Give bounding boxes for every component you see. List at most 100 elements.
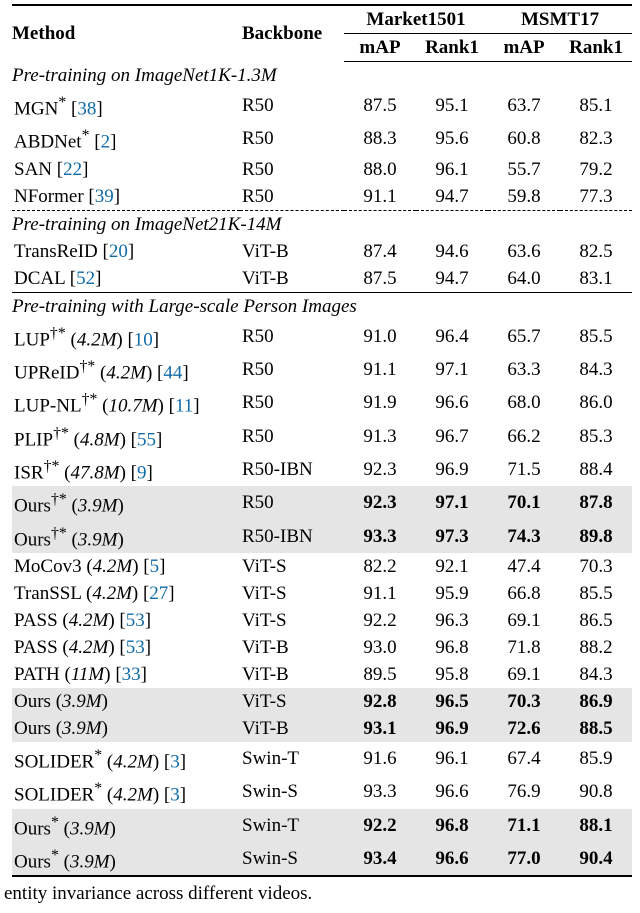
cell-value: 93.3 — [344, 520, 416, 553]
cell-value: 86.0 — [560, 386, 632, 419]
cell-method: Ours (3.9M) — [12, 688, 240, 715]
cell-method: SAN [22] — [12, 156, 240, 183]
cell-backbone: Swin-T — [240, 742, 344, 775]
cell-value: 69.1 — [488, 661, 560, 688]
cell-value: 93.4 — [344, 842, 416, 876]
cell-backbone: R50 — [240, 320, 344, 353]
cell-value: 64.0 — [488, 265, 560, 293]
citation-link[interactable]: 3 — [170, 785, 180, 806]
cell-method: LUP-NL†* (10.7M) [11] — [12, 386, 240, 419]
citation-link[interactable]: 39 — [95, 186, 114, 207]
citation-link[interactable]: 53 — [126, 610, 145, 631]
cell-method: PASS (4.2M) [53] — [12, 607, 240, 634]
table-row: TranSSL (4.2M) [27]ViT-S91.195.966.885.5 — [12, 580, 632, 607]
citation-link[interactable]: 52 — [76, 268, 95, 289]
cell-value: 96.8 — [416, 809, 488, 842]
citation-link[interactable]: 10 — [134, 329, 153, 350]
cell-value: 87.5 — [344, 265, 416, 293]
cell-value: 84.3 — [560, 661, 632, 688]
cell-backbone: ViT-B — [240, 634, 344, 661]
cell-value: 88.0 — [344, 156, 416, 183]
cell-value: 94.7 — [416, 183, 488, 211]
table-row: LUP-NL†* (10.7M) [11]R5091.996.668.086.0 — [12, 386, 632, 419]
cell-value: 96.8 — [416, 634, 488, 661]
cell-value: 91.1 — [344, 580, 416, 607]
cell-value: 92.3 — [344, 486, 416, 519]
col-metric: Rank1 — [416, 34, 488, 62]
cell-value: 65.7 — [488, 320, 560, 353]
table-row: SOLIDER* (4.2M) [3]Swin-S93.396.676.990.… — [12, 775, 632, 808]
cell-value: 85.5 — [560, 320, 632, 353]
cell-value: 89.8 — [560, 520, 632, 553]
cell-value: 94.7 — [416, 265, 488, 293]
cell-backbone: Swin-S — [240, 842, 344, 876]
cell-method: NFormer [39] — [12, 183, 240, 211]
table-row: Ours (3.9M)ViT-S92.896.570.386.9 — [12, 688, 632, 715]
cell-backbone: R50 — [240, 386, 344, 419]
cell-method: Ours (3.9M) — [12, 715, 240, 742]
cell-value: 71.1 — [488, 809, 560, 842]
cell-value: 91.0 — [344, 320, 416, 353]
table-row: TransReID [20]ViT-B87.494.663.682.5 — [12, 238, 632, 265]
cell-value: 93.1 — [344, 715, 416, 742]
table-row: PASS (4.2M) [53]ViT-B93.096.871.888.2 — [12, 634, 632, 661]
citation-link[interactable]: 53 — [126, 637, 145, 658]
citation-link[interactable]: 38 — [77, 98, 96, 119]
cell-value: 87.8 — [560, 486, 632, 519]
citation-link[interactable]: 27 — [149, 583, 168, 604]
section-header: Pre-training with Large-scale Person Ima… — [12, 292, 632, 320]
cell-method: Ours†* (3.9M) — [12, 486, 240, 519]
cell-backbone: R50-IBN — [240, 453, 344, 486]
table-row: Ours* (3.9M)Swin-S93.496.677.090.4 — [12, 842, 632, 876]
cell-value: 88.5 — [560, 715, 632, 742]
citation-link[interactable]: 9 — [137, 462, 147, 483]
cell-backbone: R50 — [240, 122, 344, 155]
cell-value: 95.6 — [416, 122, 488, 155]
cell-value: 85.3 — [560, 420, 632, 453]
cell-method: ISR†* (47.8M) [9] — [12, 453, 240, 486]
cell-value: 96.7 — [416, 420, 488, 453]
table-row: PATH (11M) [33]ViT-B89.595.869.184.3 — [12, 661, 632, 688]
cell-backbone: ViT-B — [240, 661, 344, 688]
cell-value: 90.4 — [560, 842, 632, 876]
cell-value: 74.3 — [488, 520, 560, 553]
table-row: Ours†* (3.9M)R50-IBN93.397.374.389.8 — [12, 520, 632, 553]
cell-value: 96.6 — [416, 386, 488, 419]
cell-method: TranSSL (4.2M) [27] — [12, 580, 240, 607]
cell-method: ABDNet* [2] — [12, 122, 240, 155]
table-row: DCAL [52]ViT-B87.594.764.083.1 — [12, 265, 632, 293]
cell-value: 92.3 — [344, 453, 416, 486]
col-msmt17: MSMT17 — [488, 5, 632, 34]
citation-link[interactable]: 20 — [109, 241, 128, 262]
cell-value: 88.3 — [344, 122, 416, 155]
table-row: MGN* [38]R5087.595.163.785.1 — [12, 89, 632, 122]
citation-link[interactable]: 5 — [150, 556, 160, 577]
table-row: MoCov3 (4.2M) [5]ViT-S82.292.147.470.3 — [12, 553, 632, 580]
cell-backbone: ViT-S — [240, 553, 344, 580]
cell-method: TransReID [20] — [12, 238, 240, 265]
citation-link[interactable]: 11 — [175, 396, 193, 417]
table-row: SAN [22]R5088.096.155.779.2 — [12, 156, 632, 183]
cell-method: UPReID†* (4.2M) [44] — [12, 353, 240, 386]
cell-value: 63.7 — [488, 89, 560, 122]
cell-value: 92.1 — [416, 553, 488, 580]
citation-link[interactable]: 33 — [122, 664, 141, 685]
cell-value: 68.0 — [488, 386, 560, 419]
cell-backbone: R50 — [240, 183, 344, 211]
cell-value: 93.0 — [344, 634, 416, 661]
citation-link[interactable]: 3 — [170, 751, 180, 772]
cell-backbone: Swin-T — [240, 809, 344, 842]
table-row: PLIP†* (4.8M) [55]R5091.396.766.285.3 — [12, 420, 632, 453]
table-row: SOLIDER* (4.2M) [3]Swin-T91.696.167.485.… — [12, 742, 632, 775]
cell-value: 77.3 — [560, 183, 632, 211]
citation-link[interactable]: 55 — [137, 429, 156, 450]
cell-value: 85.5 — [560, 580, 632, 607]
citation-link[interactable]: 22 — [63, 159, 82, 180]
cell-value: 91.9 — [344, 386, 416, 419]
cell-value: 96.1 — [416, 742, 488, 775]
citation-link[interactable]: 44 — [163, 362, 182, 383]
citation-link[interactable]: 2 — [101, 132, 111, 153]
cell-method: LUP†* (4.2M) [10] — [12, 320, 240, 353]
cell-value: 92.2 — [344, 809, 416, 842]
cell-backbone: ViT-B — [240, 715, 344, 742]
